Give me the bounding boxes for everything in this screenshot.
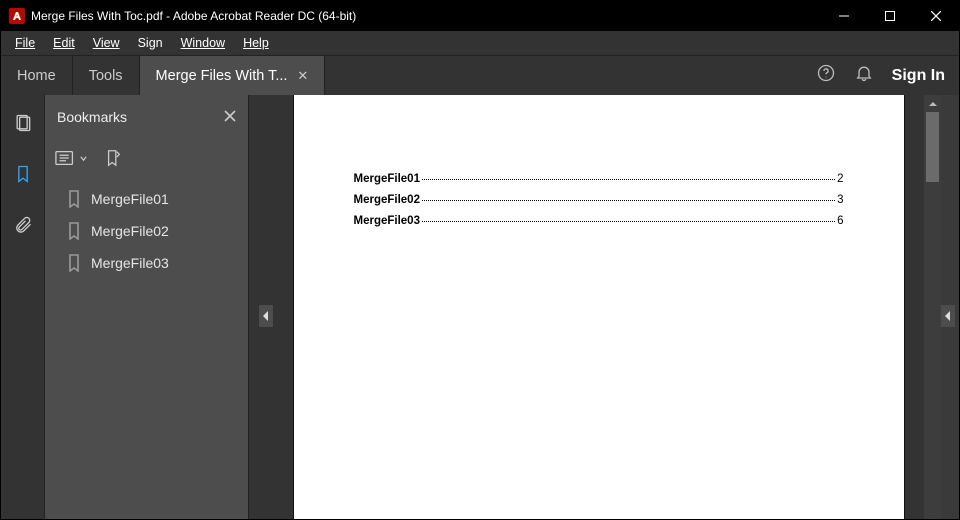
tab-tools[interactable]: Tools [73,56,140,95]
toc-page: 2 [837,173,843,185]
vertical-scrollbar[interactable] [924,95,941,519]
bookmark-item[interactable]: MergeFile02 [49,215,244,247]
menu-help[interactable]: Help [235,34,277,52]
left-gutter [249,95,273,519]
menu-view[interactable]: View [85,34,128,52]
toc-page: 3 [837,194,843,206]
bookmarks-toolbar [45,139,248,177]
toc-leader [422,200,835,201]
document-area: MergeFile01 2 MergeFile02 3 MergeFile03 … [249,95,959,519]
bookmark-item[interactable]: MergeFile01 [49,183,244,215]
toc-entry: MergeFile02 3 [354,194,844,206]
bookmarks-title: Bookmarks [57,109,127,125]
find-bookmark-button[interactable] [103,149,125,167]
page-viewport[interactable]: MergeFile01 2 MergeFile02 3 MergeFile03 … [273,95,924,519]
attachments-icon[interactable] [13,215,33,240]
thumbnails-icon[interactable] [13,113,33,138]
toc-page: 6 [837,215,843,227]
help-icon[interactable] [816,63,836,88]
bookmark-options-button[interactable] [55,149,87,167]
bookmark-label: MergeFile02 [91,223,169,239]
maximize-button[interactable] [867,1,913,31]
pdf-page: MergeFile01 2 MergeFile02 3 MergeFile03 … [294,95,904,519]
bookmark-label: MergeFile03 [91,255,169,271]
bookmarks-close-icon[interactable] [224,109,236,125]
menu-sign[interactable]: Sign [130,34,171,52]
toc-label: MergeFile03 [354,215,420,227]
bookmarks-list: MergeFile01 MergeFile02 MergeFile03 [45,177,248,285]
toc-entry: MergeFile01 2 [354,173,844,185]
bookmarks-header: Bookmarks [45,95,248,139]
tab-document-label: Merge Files With T... [156,68,288,84]
toc-label: MergeFile02 [354,194,420,206]
app-window: Merge Files With Toc.pdf - Adobe Acrobat… [0,0,960,520]
navigation-rail [1,95,45,519]
bookmark-ribbon-icon [67,222,81,240]
toc-leader [422,179,835,180]
menu-bar: File Edit View Sign Window Help [1,31,959,55]
close-button[interactable] [913,1,959,31]
menu-edit[interactable]: Edit [45,34,83,52]
bookmark-ribbon-icon [67,190,81,208]
bookmark-item[interactable]: MergeFile03 [49,247,244,279]
toc-leader [422,221,835,222]
tab-close-icon[interactable]: ✕ [297,68,308,84]
minimize-button[interactable] [821,1,867,31]
bookmark-ribbon-icon [67,254,81,272]
scroll-up-icon[interactable] [924,95,941,112]
main-area: Bookmarks MergeFile01 Mer [1,95,959,519]
window-title: Merge Files With Toc.pdf - Adobe Acrobat… [31,9,356,23]
scroll-thumb[interactable] [926,112,939,182]
title-bar: Merge Files With Toc.pdf - Adobe Acrobat… [1,1,959,31]
sign-in-button[interactable]: Sign In [892,67,945,85]
menu-file[interactable]: File [7,34,43,52]
toc-label: MergeFile01 [354,173,420,185]
app-icon [9,8,25,24]
right-gutter [941,95,959,519]
bookmarks-icon[interactable] [13,164,33,189]
toc-entry: MergeFile03 6 [354,215,844,227]
bookmarks-panel: Bookmarks MergeFile01 Mer [45,95,249,519]
bookmark-label: MergeFile01 [91,191,169,207]
tab-bar: Home Tools Merge Files With T... ✕ Sign … [1,55,959,95]
bell-icon[interactable] [854,63,874,88]
collapse-right-handle[interactable] [941,305,955,327]
tab-document[interactable]: Merge Files With T... ✕ [140,56,326,95]
tab-home[interactable]: Home [1,56,73,95]
collapse-left-handle[interactable] [259,305,273,327]
menu-window[interactable]: Window [173,34,233,52]
